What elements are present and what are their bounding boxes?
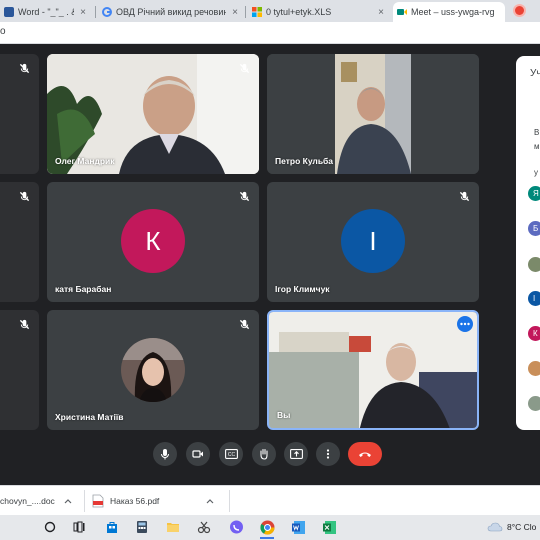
tab-divider (95, 6, 96, 18)
windows-logo-icon (252, 7, 262, 17)
tab-divider (245, 6, 246, 18)
tab-title: Meet – uss-ywga-rvg (411, 7, 495, 17)
word-icon[interactable] (289, 518, 307, 536)
participant-tile-petro[interactable]: Петро Кульба (267, 54, 479, 174)
self-view-tile[interactable]: Вы (267, 310, 479, 430)
captions-button[interactable]: CC (219, 442, 243, 466)
word-icon (4, 7, 14, 17)
participant-avatar[interactable]: К (528, 326, 540, 341)
weather-temperature: 8°C Clo (507, 522, 537, 532)
end-call-icon (359, 452, 371, 457)
more-options-button[interactable] (316, 442, 340, 466)
address-text: o (0, 26, 6, 37)
mic-off-icon (459, 191, 470, 202)
participant-avatar[interactable] (528, 257, 540, 272)
participant-avatar[interactable]: Б (528, 221, 540, 236)
more-options-icon[interactable] (457, 316, 473, 332)
camera-icon (192, 450, 203, 458)
avatar (121, 338, 185, 402)
participant-tile-katia[interactable]: К катя Барабан (47, 182, 259, 302)
present-button[interactable] (284, 442, 308, 466)
participant-name: Вы (277, 410, 291, 420)
tab-report[interactable]: ОВД Річний викид речовин прі × (98, 2, 244, 22)
taskbar: 8°C Clo (0, 515, 540, 540)
browser-tab-strip: Word - "_"_ . & 0С20( × ОВД Річний викид… (0, 0, 540, 22)
mic-off-icon (19, 191, 30, 202)
participant-avatar[interactable] (528, 361, 540, 376)
close-tab-icon[interactable]: × (230, 7, 240, 18)
excel-icon[interactable] (320, 518, 338, 536)
store-icon[interactable] (103, 518, 121, 536)
tab-title: ОВД Річний викид речовин прі (116, 7, 226, 17)
participant-name: Ігор Климчук (275, 284, 330, 294)
meeting-stage: Олег Мандрик Петро Кульба К катя Барабан… (0, 44, 540, 485)
downloads-bar: chovyn_....doc Наказ 56.pdf (0, 485, 540, 515)
participant-tile-oleh[interactable]: Олег Мандрик (47, 54, 259, 174)
file-explorer-icon[interactable] (164, 518, 182, 536)
snipping-tool-icon[interactable] (195, 518, 213, 536)
pdf-icon (92, 494, 104, 508)
self-video (269, 312, 477, 428)
raise-hand-icon (260, 448, 268, 460)
divider (84, 490, 85, 512)
address-bar[interactable]: o (0, 22, 540, 44)
mic-off-icon (239, 63, 250, 74)
weather-cloud-icon[interactable] (486, 518, 504, 536)
more-vert-icon (326, 449, 330, 459)
camera-button[interactable] (186, 442, 210, 466)
tab-meet[interactable]: Meet – uss-ywga-rvg (393, 2, 505, 22)
panel-title: Уч (530, 68, 540, 79)
participant-name: Олег Мандрик (55, 156, 115, 166)
mic-off-icon (19, 63, 30, 74)
close-tab-icon[interactable]: × (78, 7, 88, 18)
chevron-up-icon[interactable] (64, 498, 72, 504)
download-filename: chovyn_....doc (0, 496, 55, 506)
meet-icon (397, 7, 407, 17)
participant-tile-ihor[interactable]: І Ігор Климчук (267, 182, 479, 302)
panel-text: м (534, 142, 540, 151)
avatar: К (121, 209, 185, 273)
svg-text:CC: CC (227, 452, 235, 458)
panel-text: В (534, 128, 540, 137)
present-icon (289, 449, 303, 459)
download-filename: Наказ 56.pdf (110, 496, 160, 506)
viber-icon[interactable] (227, 518, 245, 536)
chevron-up-icon[interactable] (206, 498, 214, 504)
download-item[interactable]: chovyn_....doc (0, 486, 80, 516)
mic-off-icon (239, 191, 250, 202)
download-item[interactable]: Наказ 56.pdf (92, 486, 226, 516)
panel-text: у (534, 168, 538, 177)
participant-tile[interactable] (0, 54, 39, 174)
participant-avatar[interactable]: Я (528, 186, 540, 201)
people-panel: Уч В м у Я Б І К (516, 56, 540, 430)
chrome-icon[interactable] (258, 518, 276, 539)
participant-name: катя Барабан (55, 284, 112, 294)
cortana-icon[interactable] (41, 518, 59, 536)
tab-word[interactable]: Word - "_"_ . & 0С20( × (0, 2, 92, 22)
task-view-icon[interactable] (70, 518, 88, 536)
calculator-icon[interactable] (133, 518, 151, 536)
participant-avatar[interactable]: І (528, 291, 540, 306)
participant-name: Христина Матіїв (55, 412, 124, 422)
divider (229, 490, 230, 512)
leave-call-button[interactable] (348, 442, 382, 466)
captions-icon: CC (224, 449, 238, 459)
tab-spreadsheet[interactable]: 0 tytul+etyk.XLS × (248, 2, 390, 22)
participant-tile-khrystyna[interactable]: Христина Матіїв (47, 310, 259, 430)
mic-off-icon (19, 319, 30, 330)
microphone-button[interactable] (153, 442, 177, 466)
participant-avatar[interactable] (528, 396, 540, 411)
tab-title: 0 tytul+etyk.XLS (266, 7, 332, 17)
participant-tile[interactable] (0, 310, 39, 430)
raise-hand-button[interactable] (252, 442, 276, 466)
microphone-icon (161, 449, 169, 460)
mic-off-icon (239, 319, 250, 330)
recording-indicator-icon (515, 6, 524, 15)
participant-tile[interactable] (0, 182, 39, 302)
tab-title: Word - "_"_ . & 0С20( (18, 7, 74, 17)
close-tab-icon[interactable]: × (376, 7, 386, 18)
google-icon (102, 7, 112, 17)
avatar: І (341, 209, 405, 273)
participant-name: Петро Кульба (275, 156, 334, 166)
